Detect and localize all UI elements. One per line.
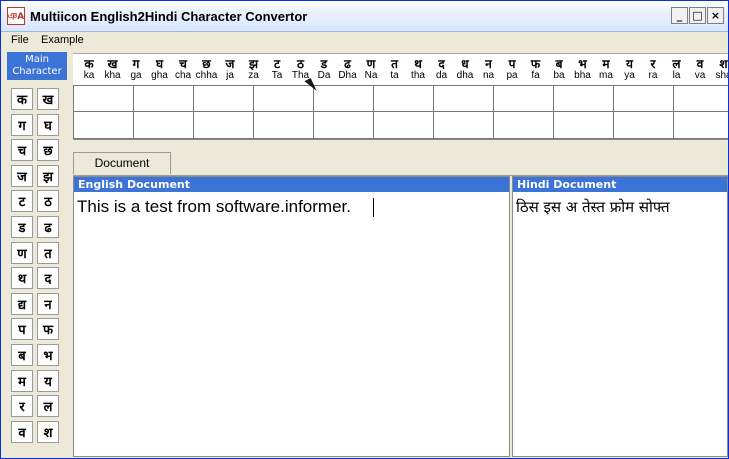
main-character-button[interactable]: ण <box>11 241 33 264</box>
english-document-pane[interactable]: English Document This is a test from sof… <box>73 176 510 457</box>
main-character-button[interactable]: प <box>11 318 33 341</box>
tab-bar: Document <box>73 148 728 176</box>
grid-vertical-line <box>433 85 434 139</box>
main-character-button[interactable]: च <box>11 139 33 162</box>
main-character-button[interactable]: थ <box>11 267 33 290</box>
menu-example[interactable]: Example <box>41 34 84 46</box>
main-character-button[interactable]: ग <box>11 113 33 136</box>
minimize-button[interactable]: _ <box>671 7 688 24</box>
main-character-button[interactable]: श <box>37 420 59 443</box>
main-character-button[interactable]: ख <box>37 88 59 110</box>
grid-vertical-line <box>613 85 614 139</box>
close-button[interactable]: × <box>707 7 724 24</box>
grid-vertical-line <box>73 85 74 139</box>
tab-document[interactable]: Document <box>73 152 171 174</box>
main-character-title-line1: Main <box>25 54 49 65</box>
grid-vertical-line <box>133 85 134 139</box>
main-character-button[interactable]: व <box>11 420 33 443</box>
english-document-text[interactable]: This is a test from software.informer. <box>77 197 351 217</box>
hindi-document-pane[interactable]: Hindi Document ठिस इस अ तेस्त फ्रोम सोफ्… <box>512 176 728 457</box>
menu-bar: File Example <box>1 32 728 50</box>
menu-file[interactable]: File <box>11 34 29 46</box>
grid-vertical-line <box>493 85 494 139</box>
hindi-document-title: Hindi Document <box>513 177 727 192</box>
main-character-button[interactable]: त <box>37 241 59 264</box>
grid-vertical-line <box>673 85 674 139</box>
grid-horizontal-line <box>73 138 728 139</box>
main-character-button[interactable]: ब <box>11 344 33 366</box>
grid-vertical-line <box>193 85 194 139</box>
main-character-button[interactable]: ड <box>11 216 33 238</box>
main-character-button[interactable]: म <box>11 369 33 392</box>
hindi-document-text[interactable]: ठिस इस अ तेस्त फ्रोम सोफ्त <box>516 197 670 217</box>
main-character-button[interactable]: झ <box>37 164 59 187</box>
main-character-button[interactable]: द <box>37 267 59 290</box>
text-caret <box>373 198 374 217</box>
main-character-button[interactable]: न <box>37 292 59 315</box>
main-character-button[interactable]: द्य <box>11 292 33 315</box>
character-mapping-grid[interactable] <box>73 85 728 140</box>
main-character-button[interactable]: ढ <box>37 216 59 238</box>
grid-vertical-line <box>253 85 254 139</box>
main-character-button[interactable]: र <box>11 395 33 418</box>
main-character-panel: Main Character क ख ग घ च छ ज झ ट ठ ड ढ ण त थ द द्य न प फ ब भ म… <box>7 52 67 457</box>
main-character-button[interactable]: घ <box>37 113 59 136</box>
main-character-button[interactable]: ठ <box>37 190 59 213</box>
grid-vertical-line <box>313 85 314 139</box>
english-document-title: English Document <box>74 177 509 192</box>
window-title: Multiicon English2Hindi Character Conver… <box>30 9 308 24</box>
main-character-button[interactable]: छ <box>37 139 59 162</box>
application-window: ঞA Multiicon English2Hindi Character Con… <box>0 0 729 459</box>
header-latin-label: sha <box>715 70 728 81</box>
grid-vertical-line <box>373 85 374 139</box>
main-character-button[interactable]: भ <box>37 344 59 366</box>
main-character-button[interactable]: ट <box>11 190 33 213</box>
main-character-title-line2: Character <box>12 66 62 77</box>
main-character-button[interactable]: क <box>11 88 33 110</box>
main-character-button[interactable]: ज <box>11 164 33 187</box>
title-bar[interactable]: ঞA Multiicon English2Hindi Character Con… <box>1 1 728 32</box>
app-icon: ঞA <box>7 7 25 25</box>
grid-horizontal-line <box>73 85 728 86</box>
main-character-button[interactable]: ल <box>37 395 59 418</box>
main-character-button[interactable]: य <box>37 369 59 392</box>
grid-vertical-line <box>553 85 554 139</box>
main-character-header: Main Character <box>7 52 67 80</box>
character-header-strip: क ka ख kha ग ga घ gha च cha छ chha ज ja झ za ट Ta ठ Tha ड Da ढ… <box>73 53 728 87</box>
grid-horizontal-line <box>73 111 728 112</box>
main-character-button[interactable]: फ <box>37 318 59 341</box>
maximize-button[interactable]: □ <box>689 7 706 24</box>
